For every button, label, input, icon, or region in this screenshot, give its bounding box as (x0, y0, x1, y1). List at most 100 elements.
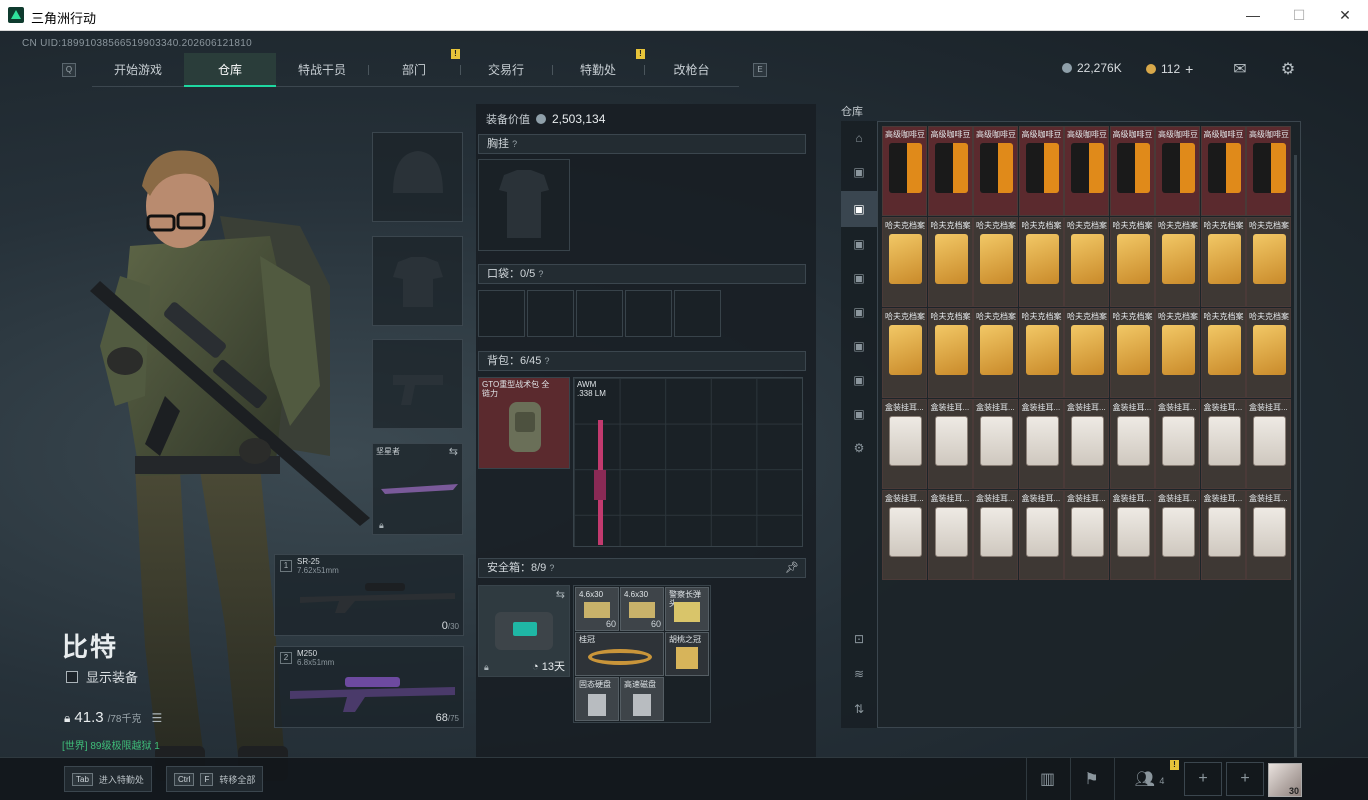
storage-item[interactable]: 哈夫克档案 (1155, 308, 1200, 398)
storage-item[interactable]: 哈夫克档案 (1246, 217, 1291, 307)
chest-rig-slot[interactable] (478, 159, 570, 251)
storage-settings-icon[interactable]: ⚙ (846, 435, 872, 461)
storage-tab-4-icon[interactable]: ▣ (846, 265, 872, 291)
flag-icon[interactable]: ⚑ (1070, 758, 1112, 800)
maximize-button[interactable]: ☐ (1276, 0, 1322, 31)
crown-item[interactable]: 桂冠 (575, 632, 664, 676)
storage-item[interactable]: 盒装挂耳... (882, 490, 927, 580)
add-squad-slot-button[interactable]: + (1226, 762, 1264, 796)
safe-box-slot[interactable]: ⇆ 🔒︎ ◔ 13天 (478, 585, 570, 677)
storage-item[interactable]: 盒装挂耳... (927, 490, 973, 580)
storage-scrollbar[interactable] (1294, 155, 1297, 757)
melee-slot[interactable]: 坚星者 ⇆ 🔒︎ (372, 443, 463, 535)
tab-department[interactable]: 部门 (368, 53, 460, 87)
storage-item[interactable]: 哈夫克档案 (1200, 308, 1246, 398)
pocket-slot[interactable] (576, 290, 623, 337)
storage-item[interactable]: 盒装挂耳... (1064, 490, 1109, 580)
tab-start-game[interactable]: 开始游戏 (92, 53, 184, 87)
show-equipment-toggle[interactable]: 显示装备 (66, 667, 138, 686)
storage-item[interactable]: 盒装挂耳... (1246, 399, 1291, 489)
storage-item[interactable]: 高级咖啡豆 (1109, 126, 1155, 216)
storage-item[interactable]: 盒装挂耳... (1109, 399, 1155, 489)
ssd-item[interactable]: 固态硬盘 (575, 677, 619, 721)
storage-tab-3-icon[interactable]: ▣ (846, 231, 872, 257)
storage-item[interactable]: 哈夫克档案 (1109, 217, 1155, 307)
pocket-slot[interactable] (674, 290, 721, 337)
storage-item[interactable]: 盒装挂耳... (973, 490, 1018, 580)
storage-item[interactable]: 高级咖啡豆 (1155, 126, 1200, 216)
storage-item[interactable]: 盒装挂耳... (1200, 399, 1246, 489)
storage-tab-2-icon[interactable]: ▣ (841, 191, 877, 227)
show-equipment-checkbox[interactable] (66, 670, 78, 683)
pistol-slot[interactable] (372, 339, 463, 429)
storage-item[interactable]: 高级咖啡豆 (882, 126, 927, 216)
storage-item[interactable]: 盒装挂耳... (1064, 399, 1109, 489)
card-item[interactable]: 胡桃之冠 (665, 632, 709, 676)
storage-item[interactable]: 哈夫克档案 (882, 217, 927, 307)
storage-tab-all-icon[interactable]: ⌂ (846, 125, 872, 151)
storage-item[interactable]: 盒装挂耳... (1246, 490, 1291, 580)
storage-item[interactable]: 盒装挂耳... (1155, 490, 1200, 580)
armor-slot[interactable] (372, 236, 463, 326)
nav-prev-key[interactable]: Q (62, 63, 76, 77)
storage-item[interactable]: 哈夫克档案 (973, 217, 1018, 307)
primary-weapon-slot[interactable]: 1 SR-25 7.62x51mm 0/30 (274, 554, 464, 636)
backpack-grid[interactable]: AWM .338 LM (573, 377, 803, 547)
storage-item[interactable]: 盒装挂耳... (1109, 490, 1155, 580)
pocket-slot[interactable] (478, 290, 525, 337)
layers-icon[interactable]: ≋ (846, 661, 872, 687)
storage-tab-8-icon[interactable]: ▣ (846, 401, 872, 427)
nav-next-key[interactable]: E (753, 63, 767, 77)
safe-box-grid[interactable]: 4.6x30 60 4.6x30 60 警察长弹头 桂冠 胡桃之冠 固态硬盘 高… (573, 585, 711, 723)
storage-item[interactable]: 哈夫克档案 (1155, 217, 1200, 307)
helmet-slot[interactable] (372, 132, 463, 222)
stats-icon[interactable]: ▥ (1026, 758, 1068, 800)
storage-item[interactable]: 哈夫克档案 (1200, 217, 1246, 307)
storage-item[interactable]: 哈夫克档案 (927, 217, 973, 307)
gear-icon[interactable]: ⚙ (1278, 59, 1298, 78)
tab-gunsmith[interactable]: 改枪台 (644, 53, 739, 87)
storage-item[interactable]: 盒装挂耳... (927, 399, 973, 489)
storage-extend-icon[interactable]: ⊡ (846, 626, 872, 652)
close-button[interactable]: ✕ (1322, 0, 1368, 31)
storage-item[interactable]: 哈夫克档案 (882, 308, 927, 398)
hint-enter-special-ops[interactable]: Tab 进入特勤处 (64, 766, 152, 792)
backpack-slot[interactable]: GTO重型战术包 全链力 (478, 377, 570, 469)
world-chat-message[interactable]: [世界] 89级极限越狱 1 (62, 737, 160, 752)
tab-warehouse[interactable]: 仓库 (184, 53, 276, 87)
storage-item[interactable]: 盒装挂耳... (1155, 399, 1200, 489)
storage-item[interactable]: 哈夫克档案 (973, 308, 1018, 398)
storage-item[interactable]: 哈夫克档案 (1246, 308, 1291, 398)
storage-item[interactable]: 哈夫克档案 (1064, 308, 1109, 398)
secondary-weapon-slot[interactable]: 2 M250 6.8x51mm 68/75 (274, 646, 464, 728)
disk-item[interactable]: 高速磁盘 (620, 677, 664, 721)
sort-icon[interactable]: ⇅ (846, 696, 872, 722)
mail-icon[interactable]: ✉ (1230, 59, 1250, 78)
ammo-box-item[interactable]: 4.6x30 60 (620, 587, 664, 631)
storage-item[interactable]: 哈夫克档案 (1109, 308, 1155, 398)
ammo-box-item[interactable]: 警察长弹头 (665, 587, 709, 631)
storage-tab-1-icon[interactable]: ▣ (846, 159, 872, 185)
swap-icon[interactable]: ⇆ (556, 588, 565, 601)
storage-item[interactable]: 高级咖啡豆 (1246, 126, 1291, 216)
add-currency-button[interactable]: + (1185, 61, 1193, 77)
storage-item[interactable]: 盒装挂耳... (1200, 490, 1246, 580)
storage-item[interactable]: 高级咖啡豆 (1018, 126, 1064, 216)
storage-item[interactable]: 盒装挂耳... (973, 399, 1018, 489)
pin-icon[interactable]: 📌︎ (785, 559, 799, 577)
tab-operators[interactable]: 特战干员 (276, 53, 368, 87)
hint-transfer-all[interactable]: Ctrl F 转移全部 (166, 766, 264, 792)
tab-trade[interactable]: 交易行 (460, 53, 552, 87)
storage-item[interactable]: 高级咖啡豆 (973, 126, 1018, 216)
storage-item[interactable]: 盒装挂耳... (1018, 490, 1064, 580)
storage-item[interactable]: 哈夫克档案 (1018, 308, 1064, 398)
swap-icon[interactable]: ⇆ (449, 445, 458, 458)
storage-tab-6-icon[interactable]: ▣ (846, 333, 872, 359)
storage-item[interactable]: 盒装挂耳... (882, 399, 927, 489)
list-icon[interactable]: ☰ (152, 711, 163, 725)
storage-item[interactable]: 高级咖啡豆 (927, 126, 973, 216)
tab-special-ops[interactable]: 特勤处 (552, 53, 644, 87)
storage-item[interactable]: 高级咖啡豆 (1064, 126, 1109, 216)
storage-item[interactable]: 盒装挂耳... (1018, 399, 1064, 489)
player-avatar[interactable]: 30 (1268, 763, 1302, 797)
